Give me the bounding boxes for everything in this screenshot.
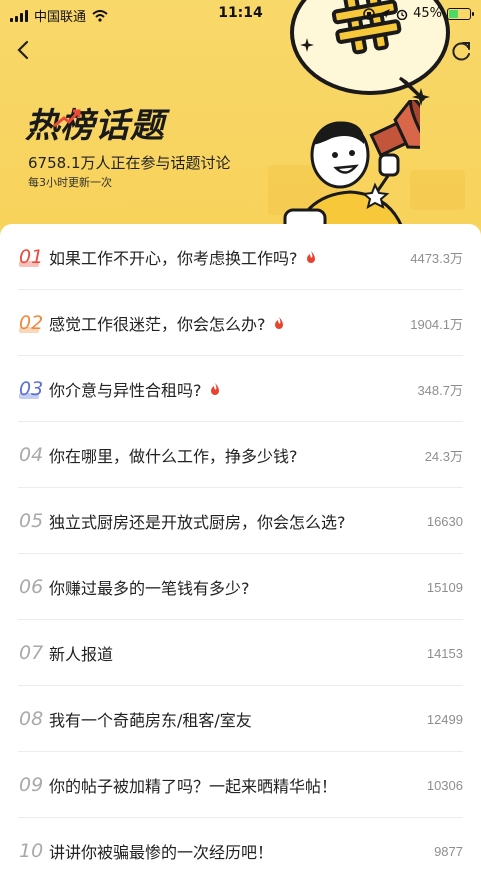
trend-arrow-icon <box>53 109 81 128</box>
hero-banner: 中国联通 11:14 45% 热榜话题 6758.1万人正在参与话题讨论 每3小… <box>0 0 481 250</box>
share-button[interactable] <box>447 38 475 66</box>
rank-number: 04 <box>19 444 44 466</box>
battery-percent: 45% <box>413 6 442 21</box>
participant-count-value: 9877 <box>434 843 463 859</box>
participant-count-value: 12499 <box>426 711 463 727</box>
rank-number: 06 <box>19 576 44 598</box>
participant-count-value: 10306 <box>426 777 463 793</box>
list-item[interactable]: 01 如果工作不开心，你考虑换工作吗? 4473.3万 <box>0 224 481 290</box>
topic-list: 01 如果工作不开心，你考虑换工作吗? 4473.3万 02 感觉工作很迷茫，你… <box>0 224 481 875</box>
participant-count-value: 4473.3万 <box>410 250 463 266</box>
battery-icon <box>447 7 474 20</box>
orientation-lock-icon <box>363 7 375 20</box>
list-item[interactable]: 07 新人报道 14153 <box>0 620 481 686</box>
back-button[interactable] <box>10 36 38 64</box>
topic-title: 你赚过最多的一笔钱有多少? <box>49 579 250 598</box>
participant-count-value: 14153 <box>426 645 463 661</box>
topic-title: 你在哪里，做什么工作，挣多少钱? <box>49 447 298 466</box>
chevron-left-icon <box>17 40 29 60</box>
topic-title: 你的帖子被加精了吗？一起来晒精华帖！ <box>49 777 338 796</box>
status-bar: 中国联通 11:14 45% <box>0 0 481 28</box>
participant-count-value: 348.7万 <box>417 382 463 398</box>
topic-title: 讲讲你被骗最惨的一次经历吧！ <box>49 843 274 862</box>
participant-count-value: 24.3万 <box>424 448 463 464</box>
topic-title: 新人报道 <box>49 645 114 664</box>
flame-icon <box>210 383 219 395</box>
rank-number: 09 <box>19 774 44 796</box>
share-icon <box>452 42 470 61</box>
list-item[interactable]: 02 感觉工作很迷茫，你会怎么办? 1904.1万 <box>0 290 481 356</box>
alarm-icon <box>396 9 408 20</box>
topic-title: 感觉工作很迷茫，你会怎么办? <box>49 311 286 335</box>
participant-count-value: 16630 <box>426 513 463 529</box>
list-item[interactable]: 10 讲讲你被骗最惨的一次经历吧！ 9877 <box>0 818 481 875</box>
rank-number: 03 <box>19 378 44 400</box>
page-title: 热榜话题 <box>25 106 165 146</box>
participant-count-value: 15109 <box>426 579 463 595</box>
rank-number: 10 <box>19 840 44 862</box>
list-item[interactable]: 04 你在哪里，做什么工作，挣多少钱? 24.3万 <box>0 422 481 488</box>
topic-title: 我有一个奇葩房东/租客/室友 <box>49 711 252 730</box>
sparkle-icon <box>300 38 314 52</box>
location-icon <box>381 9 391 18</box>
topic-title: 如果工作不开心，你考虑换工作吗? <box>49 245 318 269</box>
list-item[interactable]: 09 你的帖子被加精了吗？一起来晒精华帖！ 10306 <box>0 752 481 818</box>
list-item[interactable]: 05 独立式厨房还是开放式厨房，你会怎么选? 16630 <box>0 488 481 554</box>
rank-number: 07 <box>19 642 44 664</box>
flame-icon <box>306 251 315 263</box>
rank-number: 05 <box>19 510 44 532</box>
update-frequency-note: 每3小时更新一次 <box>28 176 112 189</box>
list-item[interactable]: 03 你介意与异性合租吗? 348.7万 <box>0 356 481 422</box>
rank-number: 08 <box>19 708 44 730</box>
topic-title: 你介意与异性合租吗? <box>49 377 222 401</box>
flame-icon <box>274 317 283 329</box>
list-item[interactable]: 06 你赚过最多的一笔钱有多少? 15109 <box>0 554 481 620</box>
participant-count: 6758.1万人正在参与话题讨论 <box>28 154 231 172</box>
rank-number: 02 <box>19 312 44 334</box>
participant-count-value: 1904.1万 <box>410 316 463 332</box>
list-item[interactable]: 08 我有一个奇葩房东/租客/室友 12499 <box>0 686 481 752</box>
rank-number: 01 <box>19 246 44 268</box>
topic-title: 独立式厨房还是开放式厨房，你会怎么选? <box>49 513 346 532</box>
